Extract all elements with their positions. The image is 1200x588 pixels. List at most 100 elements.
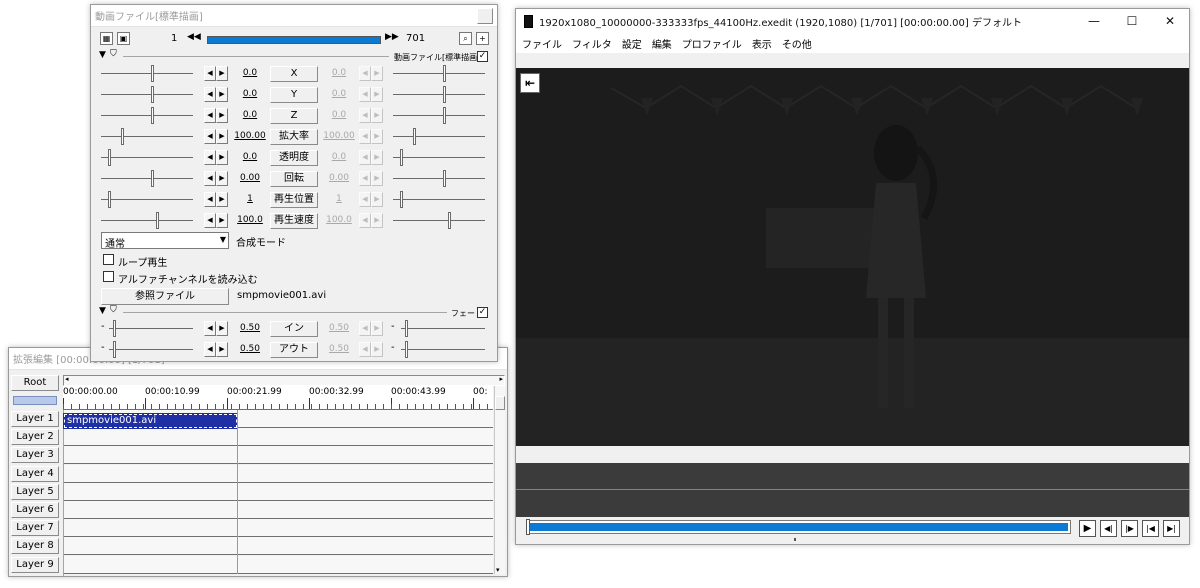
param-button[interactable]: 再生位置 <box>270 192 318 208</box>
right-slider-track[interactable] <box>393 115 485 116</box>
right-spin[interactable]: ◀ ▶ <box>359 171 383 186</box>
increment-icon[interactable]: ▶ <box>371 213 383 228</box>
right-spin[interactable]: ◀ ▶ <box>359 129 383 144</box>
reference-file-button[interactable]: 参照ファイル <box>101 288 229 305</box>
increment-icon[interactable]: ▶ <box>216 150 228 165</box>
left-spin[interactable]: ◀ ▶ <box>204 87 228 102</box>
menu-edit[interactable]: 編集 <box>652 36 672 51</box>
param-start-value[interactable]: 100.00 <box>230 131 270 141</box>
layer-lane[interactable] <box>63 555 493 574</box>
left-slider-thumb[interactable] <box>156 212 159 229</box>
menu-file[interactable]: ファイル <box>522 36 562 51</box>
param-end-value[interactable]: 0.00 <box>319 173 359 183</box>
layer-button[interactable]: Layer 2 <box>11 429 59 446</box>
param-end-value[interactable]: 0.0 <box>319 152 359 162</box>
layer-button[interactable]: Layer 7 <box>11 520 59 537</box>
layer-lane[interactable] <box>63 537 493 556</box>
increment-icon[interactable]: ▶ <box>216 108 228 123</box>
film-icon[interactable]: ▦ <box>100 32 113 45</box>
increment-icon[interactable]: ▶ <box>216 87 228 102</box>
param-button[interactable]: Z <box>270 108 318 124</box>
scroll-right-icon[interactable]: ▸ <box>499 375 503 383</box>
left-slider-thumb[interactable] <box>151 107 154 124</box>
layer-button[interactable]: Layer 1 <box>11 411 59 427</box>
param-button[interactable]: X <box>270 66 318 82</box>
increment-icon[interactable]: ▶ <box>216 213 228 228</box>
maximize-button[interactable]: ☐ <box>1113 9 1151 33</box>
param-button[interactable]: イン <box>270 321 318 337</box>
right-spin[interactable]: ◀ ▶ <box>359 321 383 336</box>
decrement-icon[interactable]: ◀ <box>359 342 371 357</box>
increment-icon[interactable]: ▶ <box>371 192 383 207</box>
right-slider-thumb[interactable] <box>400 149 403 166</box>
decrement-icon[interactable]: ◀ <box>359 192 371 207</box>
increment-icon[interactable]: ▶ <box>216 342 228 357</box>
right-slider-track[interactable] <box>393 73 485 74</box>
zoom-bar[interactable] <box>13 396 57 405</box>
scroll-left-icon[interactable]: ◂ <box>65 375 69 383</box>
right-slider-thumb[interactable] <box>443 65 446 82</box>
param-end-value[interactable]: 0.0 <box>319 68 359 78</box>
increment-icon[interactable]: ▶ <box>371 129 383 144</box>
decrement-icon[interactable]: ◀ <box>359 87 371 102</box>
left-slider-track[interactable] <box>101 157 193 158</box>
left-slider-track[interactable] <box>101 94 193 95</box>
video-clip[interactable]: smpmovie001.avi <box>63 413 238 429</box>
decrement-icon[interactable]: ◀ <box>204 192 216 207</box>
left-slider-thumb[interactable] <box>108 191 111 208</box>
decrement-icon[interactable]: ◀ <box>204 171 216 186</box>
right-spin[interactable]: ◀ ▶ <box>359 342 383 357</box>
close-button[interactable]: ✕ <box>1151 9 1189 33</box>
right-slider-track[interactable] <box>393 157 485 158</box>
right-spin[interactable]: ◀ ▶ <box>359 87 383 102</box>
layer-button[interactable]: Layer 5 <box>11 483 59 500</box>
left-spin[interactable]: ◀ ▶ <box>204 129 228 144</box>
increment-icon[interactable]: ▶ <box>216 66 228 81</box>
increment-icon[interactable]: ▶ <box>216 192 228 207</box>
layer-button[interactable]: Layer 9 <box>11 556 59 573</box>
right-slider-thumb[interactable] <box>405 341 408 358</box>
decrement-icon[interactable]: ◀ <box>204 87 216 102</box>
decrement-icon[interactable]: ◀ <box>359 321 371 336</box>
decrement-icon[interactable]: ◀ <box>359 150 371 165</box>
param-start-value[interactable]: 0.0 <box>230 89 270 99</box>
group-enable-checkbox[interactable]: ✓ <box>477 51 488 62</box>
decrement-icon[interactable]: ◀ <box>204 108 216 123</box>
param-start-value[interactable]: 0.0 <box>230 110 270 120</box>
left-slider-track[interactable] <box>101 73 193 74</box>
vertical-scrollbar[interactable]: ▾ <box>494 386 505 574</box>
left-slider-track[interactable] <box>101 136 193 137</box>
decrement-icon[interactable]: ◀ <box>359 108 371 123</box>
increment-icon[interactable]: ▶ <box>371 342 383 357</box>
minimize-button[interactable]: — <box>1075 9 1113 33</box>
decrement-icon[interactable]: ◀ <box>204 66 216 81</box>
increment-icon[interactable]: ▶ <box>371 321 383 336</box>
right-slider-track[interactable] <box>393 178 485 179</box>
frame-range-bar[interactable] <box>207 36 381 44</box>
param-end-value[interactable]: 0.0 <box>319 110 359 120</box>
param-start-value[interactable]: 0.00 <box>230 173 270 183</box>
horizontal-scrollbar[interactable]: ◂ ▸ <box>63 375 505 386</box>
increment-icon[interactable]: ▶ <box>216 171 228 186</box>
blend-mode-select[interactable]: 通常 ▼ <box>101 232 229 250</box>
go-start-icon[interactable]: |◀ <box>1142 520 1159 537</box>
go-end-icon[interactable]: ▶| <box>1163 520 1180 537</box>
left-slider-thumb[interactable] <box>113 320 116 337</box>
decrement-icon[interactable]: ◀ <box>359 129 371 144</box>
menu-settings[interactable]: 設定 <box>622 36 642 51</box>
left-spin[interactable]: ◀ ▶ <box>204 108 228 123</box>
image-icon[interactable]: ▣ <box>117 32 130 45</box>
param-end-value[interactable]: 1 <box>319 194 359 204</box>
param-button[interactable]: 再生速度 <box>270 213 318 229</box>
left-slider-track[interactable] <box>101 115 193 116</box>
param-button[interactable]: アウト <box>270 342 318 358</box>
layer-button[interactable]: Layer 8 <box>11 538 59 555</box>
collapse-panel-icon[interactable]: ⇤ <box>520 73 540 93</box>
param-end-value[interactable]: 0.50 <box>319 323 359 333</box>
left-spin[interactable]: ◀ ▶ <box>204 213 228 228</box>
right-slider-track[interactable] <box>393 136 485 137</box>
decrement-icon[interactable]: ◀ <box>204 342 216 357</box>
increment-icon[interactable]: ▶ <box>371 150 383 165</box>
param-start-value[interactable]: 0.0 <box>230 152 270 162</box>
seek-thumb[interactable] <box>526 519 530 535</box>
